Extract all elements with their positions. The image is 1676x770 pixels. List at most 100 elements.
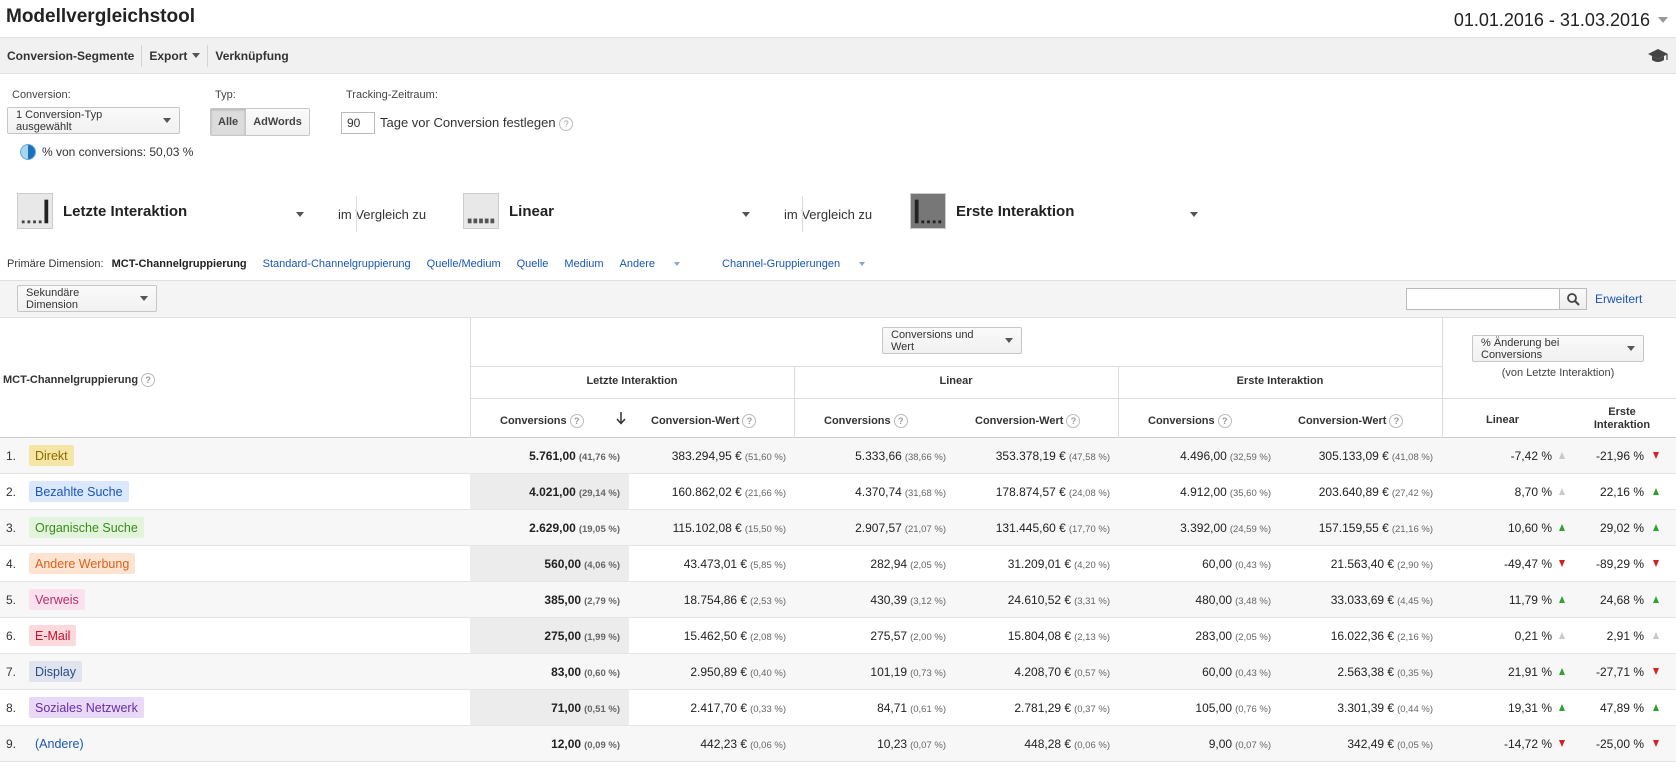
help-icon[interactable]: ?	[1389, 414, 1404, 428]
compare-label-2: im Vergleich zu	[784, 207, 873, 222]
date-range-picker[interactable]: 01.01.2016 - 31.03.2016	[1447, 7, 1668, 33]
help-icon[interactable]: ?	[559, 116, 574, 131]
type-label: Typ:	[215, 89, 236, 101]
conversion-type-select[interactable]: 1 Conversion-Typ ausgewählt	[7, 107, 180, 134]
table-search-input[interactable]	[1406, 288, 1560, 310]
linear-value-share: (0,57 %)	[1074, 668, 1110, 679]
dimension-source[interactable]: Quelle	[517, 258, 549, 270]
channel-link[interactable]: E-Mail	[29, 625, 77, 646]
dimension-channel-groups[interactable]: Channel-Gruppierungen	[722, 258, 881, 270]
days-input[interactable]: 90	[341, 112, 375, 134]
first-conversions: 9,00 (0,07 %)	[1209, 737, 1271, 751]
chevron-down-icon[interactable]	[296, 212, 304, 217]
trend-arrow-icon	[1653, 596, 1659, 603]
channel-link[interactable]: Soziales Netzwerk	[29, 697, 144, 718]
graduation-cap-icon[interactable]	[1648, 47, 1668, 65]
link-button[interactable]: Verknüpfung	[208, 45, 295, 67]
linear-conversions-share: (0,07 %)	[910, 740, 946, 751]
trend-arrow-icon	[1653, 740, 1659, 747]
first-conversions-share: (24,59 %)	[1229, 524, 1271, 535]
type-all-button[interactable]: Alle	[211, 109, 247, 135]
trend-arrow-icon	[1559, 488, 1565, 495]
linear-value: 353.378,19 € (47,58 %)	[996, 449, 1110, 463]
channel-link[interactable]: Verweis	[29, 589, 85, 610]
col-conversions-3-label: Conversions	[1148, 414, 1215, 427]
last-conversions: 2.629,00 (19,05 %)	[529, 521, 620, 535]
linear-value-share: (0,06 %)	[1074, 740, 1110, 751]
help-icon[interactable]: ?	[893, 414, 908, 428]
linear-conversions: 430,39 (3,12 %)	[870, 593, 946, 607]
change-select-label: % Änderung bei Conversions	[1481, 336, 1560, 361]
change-select[interactable]: % Änderung bei Conversions	[1472, 335, 1644, 362]
dimension-standard-channel[interactable]: Standard-Channelgruppierung	[263, 258, 411, 270]
first-conversions-value: 4.496,00	[1180, 449, 1227, 463]
channel-link[interactable]: Display	[29, 661, 82, 682]
col-conversions-1[interactable]: Conversions ?	[500, 414, 584, 428]
col-value-1[interactable]: Conversion-Wert ?	[651, 414, 757, 428]
first-value-amount: 157.159,55 €	[1318, 521, 1389, 535]
model-selector-1[interactable]: Letzte Interaktion	[17, 193, 187, 229]
advanced-link[interactable]: Erweitert	[1595, 292, 1642, 306]
dimension-source-medium[interactable]: Quelle/Medium	[427, 258, 501, 270]
row-number: 3.	[6, 521, 17, 535]
col-conversions-3[interactable]: Conversions ?	[1148, 414, 1232, 428]
last-value-share: (2,53 %)	[750, 596, 786, 607]
last-conversions-value: 5.761,00	[529, 449, 576, 463]
dimension-medium[interactable]: Medium	[564, 258, 603, 270]
last-conversions-share: (0,51 %)	[584, 704, 620, 715]
dimension-column-label: MCT-Channelgruppierung	[3, 373, 139, 386]
last-conversions: 83,00 (0,60 %)	[551, 665, 620, 679]
help-icon[interactable]: ?	[569, 414, 584, 428]
last-conversions-share: (19,05 %)	[578, 524, 620, 535]
change-linear: 8,70 %	[1514, 485, 1552, 499]
conversion-type-value: 1 Conversion-Typ ausgewählt	[16, 108, 103, 133]
model-selector-2[interactable]: Linear	[463, 193, 554, 229]
col-value-3[interactable]: Conversion-Wert ?	[1298, 414, 1404, 428]
change-linear: -7,42 %	[1510, 449, 1552, 463]
table-row: 6. E-Mail 275,00 (1,99 %) 15.462,50 € (2,0…	[0, 618, 1676, 654]
last-conversions-share: (41,76 %)	[578, 452, 620, 463]
help-icon[interactable]: ?	[1217, 414, 1232, 428]
model-selector-3[interactable]: Erste Interaktion	[910, 193, 1074, 229]
trend-arrow-icon	[1653, 452, 1659, 459]
linear-value-amount: 353.378,19 €	[995, 449, 1066, 463]
type-adwords-button[interactable]: AdWords	[246, 109, 309, 135]
col-value-2[interactable]: Conversion-Wert ?	[975, 414, 1081, 428]
channel-link[interactable]: Bezahlte Suche	[29, 481, 129, 502]
channel-link[interactable]: (Andere)	[29, 733, 90, 754]
trend-arrow-icon	[1653, 704, 1659, 711]
channel-link[interactable]: Direkt	[29, 445, 74, 466]
linear-conversions-value: 282,94	[870, 557, 908, 571]
channel-link[interactable]: Organische Suche	[29, 517, 144, 538]
table-row: 9. (Andere) 12,00 (0,09 %) 442,23 € (0,06 …	[0, 726, 1676, 762]
sort-down-arrow-icon[interactable]	[616, 411, 626, 425]
secondary-dimension-select[interactable]: Sekundäre Dimension	[17, 285, 157, 312]
export-button[interactable]: Export	[142, 44, 209, 67]
linear-conversions-share: (3,12 %)	[910, 596, 946, 607]
help-icon[interactable]: ?	[141, 373, 156, 387]
last-conversions-share: (4,06 %)	[584, 560, 620, 571]
conversion-segments-button[interactable]: Conversion-Segmente	[0, 44, 143, 67]
chevron-down-icon[interactable]	[1190, 212, 1198, 217]
col-change-linear[interactable]: Linear	[1486, 414, 1519, 426]
chevron-down-icon[interactable]	[742, 212, 750, 217]
linear-conversions-share: (2,00 %)	[910, 632, 946, 643]
dimension-other[interactable]: Andere	[620, 258, 696, 270]
change-first: 29,02 %	[1599, 521, 1644, 535]
help-icon[interactable]: ?	[1066, 414, 1081, 428]
col-change-first[interactable]: Erste Interaktion	[1590, 406, 1654, 432]
first-value: 203.640,89 € (27,42 %)	[1319, 485, 1433, 499]
last-value-share: (2,08 %)	[750, 632, 786, 643]
metric-select[interactable]: Conversions und Wert	[882, 327, 1022, 354]
col-conversions-2[interactable]: Conversions ?	[824, 414, 908, 428]
first-conversions: 4.496,00 (32,59 %)	[1180, 449, 1271, 463]
group-header-first: Erste Interaktion	[1236, 375, 1324, 387]
first-value: 16.022,36 € (2,16 %)	[1331, 629, 1433, 643]
channel-link[interactable]: Andere Werbung	[29, 553, 136, 574]
help-icon[interactable]: ?	[742, 414, 757, 428]
linear-conversions-value: 101,19	[870, 665, 908, 679]
first-conversions-share: (0,76 %)	[1235, 704, 1271, 715]
trend-arrow-icon	[1559, 524, 1565, 531]
search-button[interactable]	[1559, 288, 1587, 310]
linear-value-amount: 24.610,52 €	[1007, 593, 1072, 607]
